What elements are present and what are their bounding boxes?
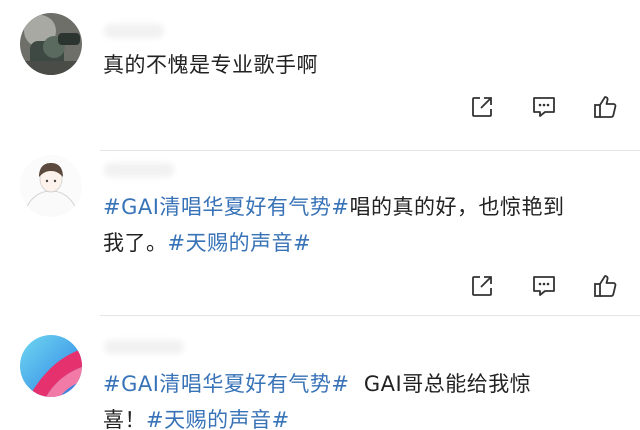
blurred-username xyxy=(104,163,174,177)
comment-text: 真的不愧是专业歌手啊 xyxy=(103,47,603,83)
comment-body: 我了。 xyxy=(103,231,168,255)
reply-icon xyxy=(533,276,555,296)
blurred-username xyxy=(104,340,184,354)
hashtag-link[interactable]: #天赐的声音# xyxy=(168,231,312,255)
like-icon xyxy=(594,275,617,297)
reply-button[interactable] xyxy=(530,272,558,300)
hashtag-link[interactable]: #GAI清唱华夏好有气势# xyxy=(103,195,350,219)
comment-text: #GAI清唱华夏好有气势# GAI哥总能给我惊 喜！#天赐的声音# xyxy=(103,366,603,430)
avatar-illustration xyxy=(20,155,82,217)
like-icon xyxy=(594,96,617,118)
comment-actions xyxy=(468,272,620,300)
share-button[interactable] xyxy=(468,93,496,121)
reply-icon xyxy=(533,97,555,117)
comment-item-1: 真的不愧是专业歌手啊 xyxy=(0,0,640,150)
blurred-username xyxy=(104,24,164,38)
avatar[interactable] xyxy=(20,13,82,75)
avatar-gradient-art xyxy=(20,335,82,397)
avatar[interactable] xyxy=(20,335,82,397)
share-icon xyxy=(472,97,492,117)
comment-body: 喜！ xyxy=(103,408,146,430)
share-button[interactable] xyxy=(468,272,496,300)
comment-text: #GAI清唱华夏好有气势#唱的真的好，也惊艳到 我了。#天赐的声音# xyxy=(103,189,603,261)
avatar-photo xyxy=(20,13,82,75)
share-icon xyxy=(472,276,492,296)
comment-body: 真的不愧是专业歌手啊 xyxy=(103,53,318,77)
like-button[interactable] xyxy=(592,93,620,121)
comment-body: GAI哥总能给我惊 xyxy=(349,372,532,396)
like-button[interactable] xyxy=(592,272,620,300)
hashtag-link[interactable]: #GAI清唱华夏好有气势# xyxy=(103,372,350,396)
hashtag-link[interactable]: #天赐的声音# xyxy=(146,408,290,430)
comment-body: 唱的真的好，也惊艳到 xyxy=(349,195,565,219)
comment-item-3: #GAI清唱华夏好有气势# GAI哥总能给我惊 喜！#天赐的声音# xyxy=(0,316,640,430)
comment-item-2: #GAI清唱华夏好有气势#唱的真的好，也惊艳到 我了。#天赐的声音# xyxy=(0,151,640,315)
comment-feed: 真的不愧是专业歌手啊 #GAI清唱华夏好有气势#唱的真的好，也惊艳到 我了。#天… xyxy=(0,0,640,430)
comment-actions xyxy=(468,93,620,121)
reply-button[interactable] xyxy=(530,93,558,121)
avatar[interactable] xyxy=(20,155,82,217)
